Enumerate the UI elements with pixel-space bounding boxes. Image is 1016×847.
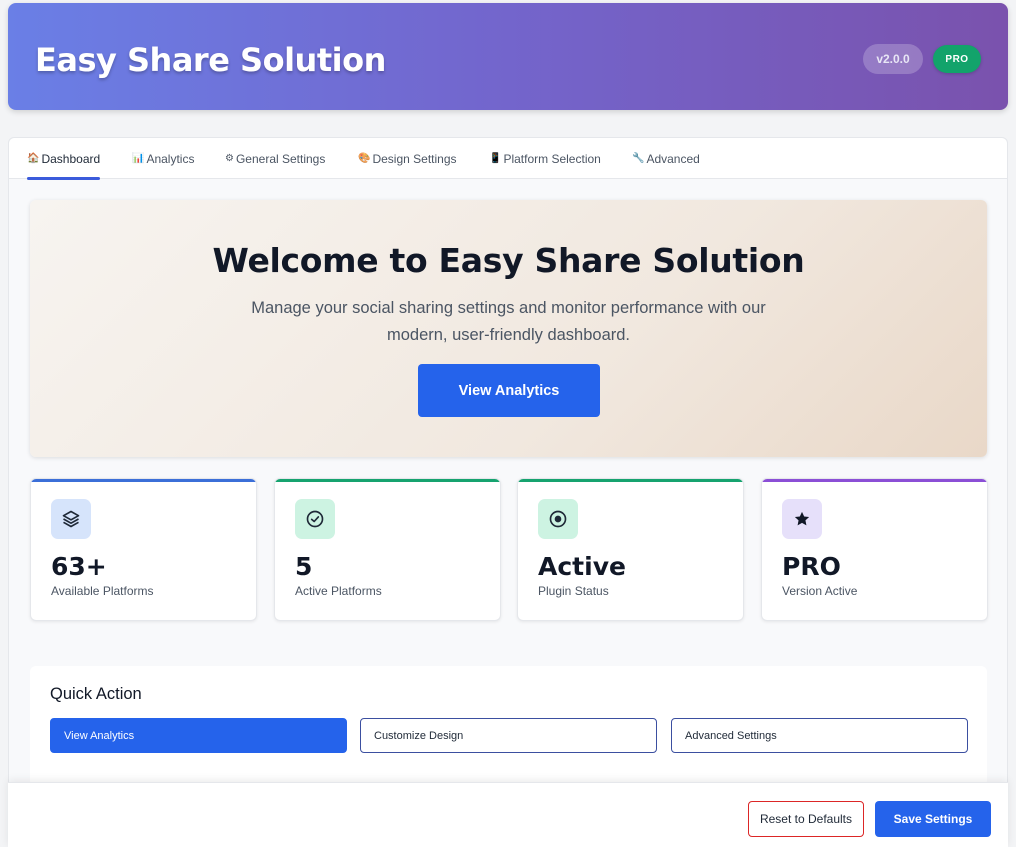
tab-bar: 🏠 Dashboard 📊 Analytics ⚙ General Settin…: [9, 138, 1007, 180]
check-circle-icon: [295, 499, 335, 539]
stat-label: Available Platforms: [51, 584, 154, 598]
tab-dashboard[interactable]: 🏠 Dashboard: [27, 138, 101, 180]
house-icon: 🏠: [27, 153, 40, 164]
version-badge: v2.0.0: [863, 44, 923, 74]
tab-analytics[interactable]: 📊 Analytics: [132, 138, 194, 179]
stat-card-version: PRO Version Active: [761, 478, 988, 621]
stat-card-plugin-status: Active Plugin Status: [517, 478, 744, 621]
gear-icon: ⚙: [225, 153, 234, 164]
quick-view-analytics-button[interactable]: View Analytics: [50, 718, 347, 753]
hero-subtitle: Manage your social sharing settings and …: [251, 299, 766, 344]
tab-label: Analytics: [146, 151, 195, 166]
customize-design-button[interactable]: Customize Design: [360, 718, 657, 753]
tab-platform-selection[interactable]: 📱 Platform Selection: [489, 138, 601, 179]
app-header: Easy Share Solution v2.0.0 PRO: [8, 3, 1008, 110]
welcome-hero: Welcome to Easy Share Solution Manage yo…: [30, 200, 987, 457]
palette-icon: 🎨: [358, 153, 371, 164]
stat-card-available-platforms: 63+ Available Platforms: [30, 478, 257, 621]
stat-value: PRO: [782, 552, 841, 581]
target-icon: [538, 499, 578, 539]
hero-title: Welcome to Easy Share Solution: [212, 241, 805, 280]
stat-value: Active: [538, 552, 626, 581]
stat-value: 63+: [51, 552, 107, 581]
accent-bar: [275, 479, 500, 482]
view-analytics-button[interactable]: View Analytics: [418, 364, 600, 417]
quick-action-title: Quick Action: [50, 685, 142, 703]
tab-label: Advanced: [646, 151, 700, 166]
tab-advanced[interactable]: 🔧 Advanced: [632, 138, 700, 179]
advanced-settings-button[interactable]: Advanced Settings: [671, 718, 968, 753]
accent-bar: [762, 479, 987, 482]
pro-badge: PRO: [933, 45, 981, 73]
tab-label: Dashboard: [41, 151, 101, 166]
star-icon: [782, 499, 822, 539]
tab-label: General Settings: [235, 151, 326, 166]
save-settings-button[interactable]: Save Settings: [875, 801, 991, 837]
accent-bar: [518, 479, 743, 482]
app-title: Easy Share Solution: [35, 41, 386, 79]
stat-label: Version Active: [782, 584, 858, 598]
stat-card-active-platforms: 5 Active Platforms: [274, 478, 501, 621]
stat-label: Active Platforms: [295, 584, 382, 598]
tab-general-settings[interactable]: ⚙ General Settings: [225, 138, 325, 179]
main-panel: 🏠 Dashboard 📊 Analytics ⚙ General Settin…: [8, 137, 1008, 847]
tab-design-settings[interactable]: 🎨 Design Settings: [358, 138, 457, 179]
tab-label: Design Settings: [372, 151, 457, 166]
tab-label: Platform Selection: [503, 151, 601, 166]
chart-icon: 📊: [132, 153, 145, 164]
reset-to-defaults-button[interactable]: Reset to Defaults: [748, 801, 864, 837]
layers-icon: [51, 499, 91, 539]
wrench-icon: 🔧: [632, 153, 645, 164]
stat-label: Plugin Status: [538, 584, 609, 598]
footer-action-bar: Reset to Defaults Save Settings: [8, 782, 1008, 847]
phone-icon: 📱: [489, 153, 502, 164]
stat-value: 5: [295, 552, 313, 581]
quick-action-section: Quick Action View Analytics Customize De…: [30, 666, 987, 786]
accent-bar: [31, 479, 256, 482]
